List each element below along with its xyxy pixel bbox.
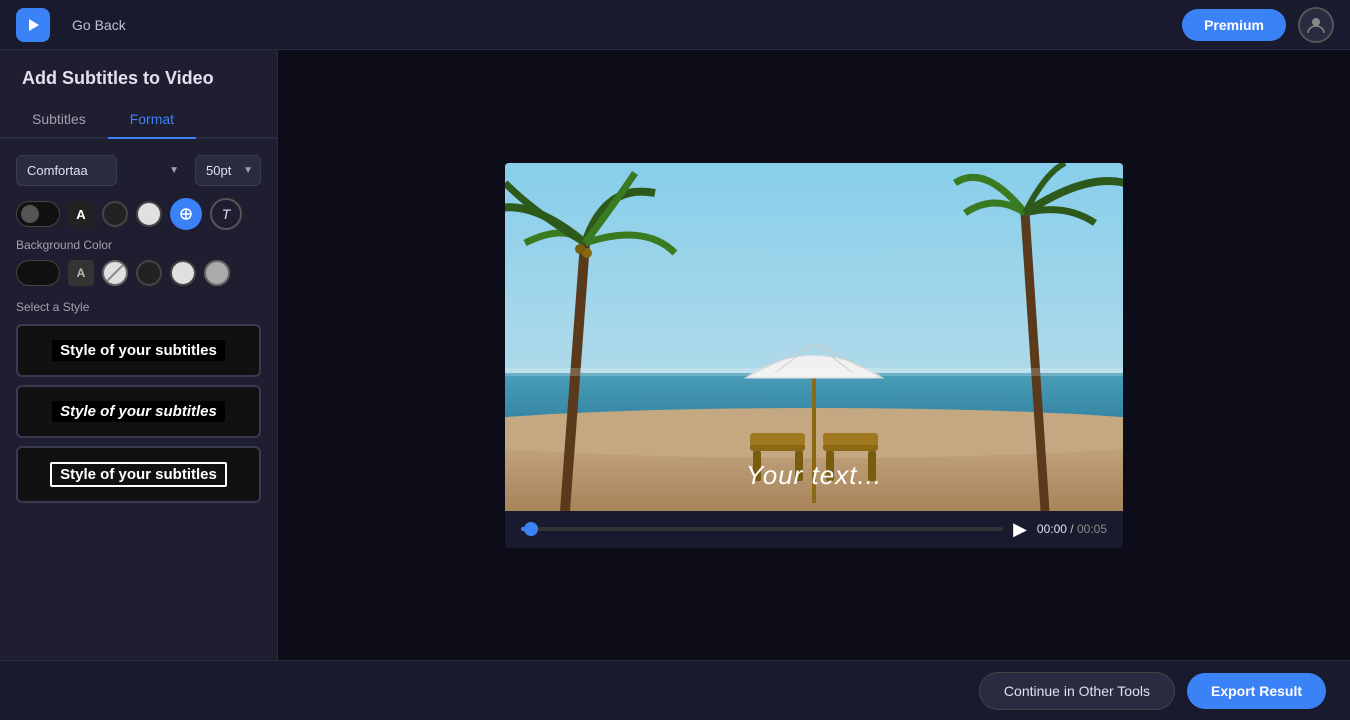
- video-frame: Your text...: [505, 163, 1123, 511]
- style-option-3-text: Style of your subtitles: [50, 462, 227, 487]
- size-select[interactable]: 50pt 40pt 60pt: [195, 155, 261, 186]
- time-total: 00:05: [1077, 522, 1107, 536]
- sidebar: Add Subtitles to Video Subtitles Format …: [0, 50, 278, 660]
- text-color-dark[interactable]: [102, 201, 128, 227]
- bg-color-gray[interactable]: [204, 260, 230, 286]
- font-select-arrow: ▼: [169, 165, 179, 176]
- main-content: Add Subtitles to Video Subtitles Format …: [0, 50, 1350, 660]
- bg-color-row: A: [16, 260, 261, 286]
- tab-format[interactable]: Format: [108, 101, 196, 139]
- font-row: Comfortaa Arial Roboto ▼ 50pt 40pt 60pt …: [16, 155, 261, 186]
- subtitle-text: Your text...: [746, 460, 882, 490]
- style-option-1[interactable]: Style of your subtitles: [16, 324, 261, 377]
- toggle-knob: [21, 205, 39, 223]
- select-style-label: Select a Style: [16, 300, 261, 314]
- continue-button[interactable]: Continue in Other Tools: [979, 672, 1175, 710]
- font-select[interactable]: Comfortaa Arial Roboto: [16, 155, 117, 186]
- topbar-right: Premium: [1182, 7, 1334, 43]
- play-button[interactable]: ▶: [1013, 519, 1027, 540]
- font-select-wrapper: Comfortaa Arial Roboto ▼: [16, 155, 187, 186]
- text-color-row: A T: [16, 198, 261, 230]
- topbar: Go Back Premium: [0, 0, 1350, 50]
- tabs: Subtitles Format: [0, 101, 277, 139]
- sidebar-content: Comfortaa Arial Roboto ▼ 50pt 40pt 60pt …: [0, 139, 277, 660]
- footer: Continue in Other Tools Export Result: [0, 660, 1350, 720]
- progress-bar[interactable]: [521, 527, 1003, 531]
- time-display: 00:00 / 00:05: [1037, 522, 1107, 536]
- sidebar-title: Add Subtitles to Video: [0, 50, 277, 101]
- video-container: Your text... ▶ 00:00 / 00:05: [505, 163, 1123, 548]
- subtitle-overlay: Your text...: [505, 460, 1123, 491]
- no-bg-color[interactable]: [102, 260, 128, 286]
- avatar[interactable]: [1298, 7, 1334, 43]
- premium-button[interactable]: Premium: [1182, 9, 1286, 41]
- bg-color-label: Background Color: [16, 238, 261, 252]
- beach-scene-svg: [505, 163, 1123, 511]
- time-separator: /: [1070, 522, 1073, 536]
- video-controls: ▶ 00:00 / 00:05: [505, 511, 1123, 548]
- bg-a-label: A: [68, 260, 94, 286]
- progress-dot: [524, 522, 538, 536]
- text-color-light[interactable]: [136, 201, 162, 227]
- style-option-1-text: Style of your subtitles: [52, 340, 225, 361]
- text-color-toggle[interactable]: [16, 201, 60, 227]
- style-option-3[interactable]: Style of your subtitles: [16, 446, 261, 503]
- bg-color-toggle[interactable]: [16, 260, 60, 286]
- time-current: 00:00: [1037, 522, 1067, 536]
- size-select-wrapper: 50pt 40pt 60pt ▼: [195, 155, 261, 186]
- export-button[interactable]: Export Result: [1187, 673, 1326, 709]
- go-back-button[interactable]: Go Back: [62, 11, 136, 39]
- app-logo: [16, 8, 50, 42]
- style-option-2[interactable]: Style of your subtitles: [16, 385, 261, 438]
- tab-subtitles[interactable]: Subtitles: [10, 101, 108, 139]
- text-color-a-label: A: [68, 201, 94, 227]
- topbar-left: Go Back: [16, 8, 136, 42]
- text-color-picker-button[interactable]: [170, 198, 202, 230]
- bg-color-light[interactable]: [170, 260, 196, 286]
- video-area: Your text... ▶ 00:00 / 00:05: [278, 50, 1350, 660]
- bg-color-dark[interactable]: [136, 260, 162, 286]
- style-option-2-text: Style of your subtitles: [52, 401, 225, 422]
- text-format-button[interactable]: T: [210, 198, 242, 230]
